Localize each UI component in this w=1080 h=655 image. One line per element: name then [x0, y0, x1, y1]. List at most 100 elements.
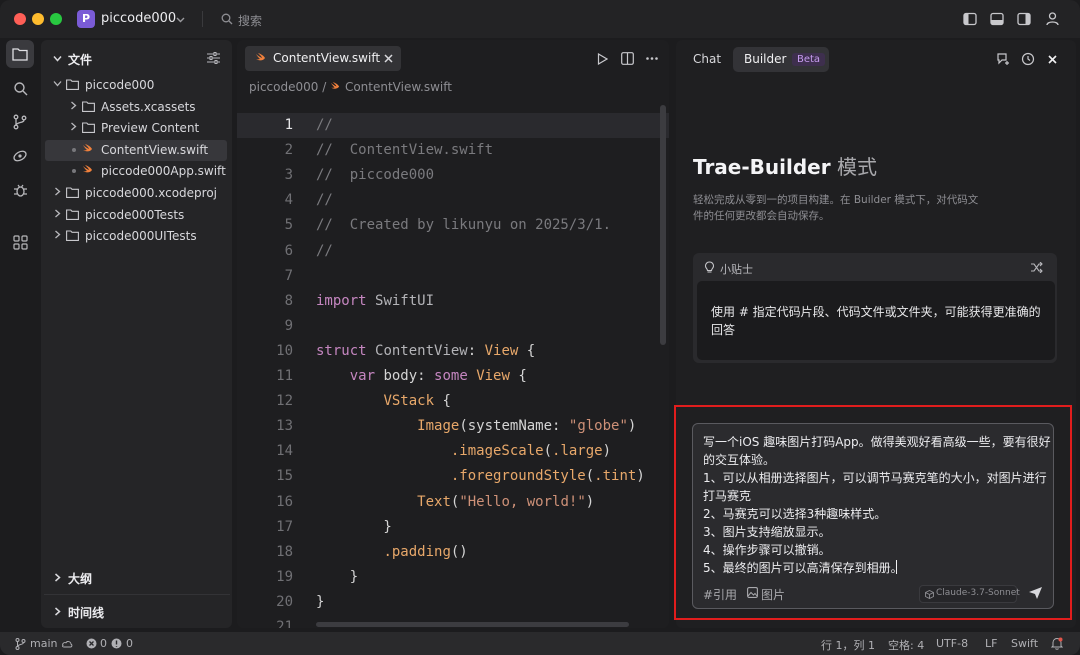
code-line[interactable]: 16 Text("Hello, world!"): [237, 490, 669, 515]
account-icon[interactable]: [1045, 11, 1060, 26]
chevron-right-icon[interactable]: [53, 209, 62, 218]
more-icon[interactable]: [646, 57, 658, 60]
line-number: 9: [284, 317, 293, 334]
indentation[interactable]: 空格: 4: [888, 637, 924, 653]
code-text: var body: some View {: [349, 368, 527, 384]
search-input[interactable]: 搜索: [238, 12, 262, 29]
remote-button[interactable]: [6, 142, 34, 170]
tree-item-label: piccode000UITests: [85, 229, 197, 244]
line-number: 17: [276, 518, 293, 535]
run-icon[interactable]: [597, 53, 608, 65]
line-ending[interactable]: LF: [985, 637, 997, 650]
tree-item[interactable]: Assets.xcassets: [45, 97, 227, 118]
minimize-window-button[interactable]: [32, 13, 44, 25]
code-line[interactable]: 17 }: [237, 515, 669, 540]
branch-name[interactable]: main: [30, 637, 57, 650]
tree-item[interactable]: ContentView.swift: [45, 139, 227, 161]
code-line[interactable]: 5 // Created by likunyu on 2025/3/1.: [237, 213, 669, 238]
tree-item[interactable]: piccode000: [45, 75, 227, 96]
explorer-button[interactable]: [6, 40, 34, 68]
filter-icon[interactable]: [207, 52, 220, 64]
chevron-right-icon[interactable]: [69, 122, 78, 131]
swift-file-icon: [256, 53, 265, 61]
line-number: 13: [276, 418, 293, 435]
toggle-sidebar-icon[interactable]: [963, 12, 977, 26]
breadcrumb-item[interactable]: piccode000: [249, 80, 318, 94]
folder-icon: [66, 230, 79, 242]
code-line[interactable]: 15 .foregroundStyle(.tint): [237, 464, 669, 489]
editor-tab[interactable]: ContentView.swift: [245, 46, 401, 71]
source-control-button[interactable]: [6, 108, 34, 136]
chevron-right-icon[interactable]: [53, 230, 62, 239]
notification-bell-icon[interactable]: [1051, 637, 1063, 650]
tree-item[interactable]: piccode000UITests: [45, 226, 227, 247]
code-line[interactable]: 6 //: [237, 239, 669, 264]
chevron-right-icon[interactable]: [69, 101, 78, 110]
git-branch-icon: [13, 114, 27, 130]
code-line[interactable]: 11 var body: some View {: [237, 364, 669, 389]
chevron-down-icon[interactable]: [53, 54, 62, 63]
panel-heading: Trae-Builder 模式: [693, 151, 877, 180]
code-line[interactable]: 12 VStack {: [237, 389, 669, 414]
search-button[interactable]: [6, 74, 34, 102]
cursor-position[interactable]: 行 1，列 1: [821, 637, 875, 653]
code-line[interactable]: 19 }: [237, 565, 669, 590]
code-line[interactable]: 1 //: [237, 113, 669, 138]
tree-item[interactable]: Preview Content: [45, 118, 227, 139]
timeline-section[interactable]: 时间线: [68, 604, 104, 621]
vertical-scrollbar[interactable]: [660, 105, 666, 345]
debug-button[interactable]: [6, 176, 34, 204]
code-line[interactable]: 7: [237, 264, 669, 289]
shuffle-icon[interactable]: [1031, 262, 1043, 273]
chevron-right-icon[interactable]: [53, 607, 62, 616]
project-avatar[interactable]: P: [77, 10, 95, 28]
horizontal-scrollbar[interactable]: [316, 622, 629, 627]
code-line[interactable]: 20}: [237, 590, 669, 615]
zoom-window-button[interactable]: [50, 13, 62, 25]
close-icon[interactable]: [384, 54, 393, 63]
outline-section[interactable]: 大纲: [68, 570, 92, 587]
code-text: //: [316, 117, 333, 133]
warning-count[interactable]: 0: [126, 637, 133, 650]
extensions-button[interactable]: [6, 228, 34, 256]
tree-item[interactable]: piccode000.xcodeproj: [45, 183, 227, 204]
code-line[interactable]: 4 //: [237, 188, 669, 213]
line-number: 15: [276, 468, 293, 485]
tree-item[interactable]: piccode000Tests: [45, 205, 227, 226]
swift-file-icon: [331, 82, 340, 89]
chevron-right-icon[interactable]: [53, 187, 62, 196]
code-text: import SwiftUI: [316, 292, 435, 309]
error-count[interactable]: 0: [100, 637, 107, 650]
new-chat-icon[interactable]: [996, 52, 1010, 66]
code-line[interactable]: 14 .imageScale(.large): [237, 439, 669, 464]
explorer-title: 文件: [68, 53, 93, 67]
line-number: 8: [284, 292, 293, 309]
toggle-right-panel-icon[interactable]: [1017, 12, 1031, 26]
encoding[interactable]: UTF-8: [936, 637, 968, 650]
history-icon[interactable]: [1021, 52, 1035, 66]
breadcrumb-item[interactable]: ContentView.swift: [345, 80, 452, 94]
code-line[interactable]: 13 Image(systemName: "globe"): [237, 414, 669, 439]
code-line[interactable]: 2 // ContentView.swift: [237, 138, 669, 163]
code-line[interactable]: 18 .padding(): [237, 540, 669, 565]
code-line[interactable]: 9: [237, 314, 669, 339]
code-line[interactable]: 10 struct ContentView: View {: [237, 339, 669, 364]
toggle-panel-icon[interactable]: [990, 12, 1004, 26]
chevron-down-icon[interactable]: [53, 79, 62, 88]
code-text: //: [316, 242, 333, 259]
close-icon[interactable]: [1048, 55, 1057, 64]
chevron-right-icon[interactable]: [53, 573, 62, 582]
code-line[interactable]: 8 import SwiftUI: [237, 289, 669, 314]
chevron-down-icon[interactable]: [176, 15, 185, 24]
cloud-sync-icon[interactable]: [61, 639, 73, 648]
code-line[interactable]: 3 // piccode000: [237, 163, 669, 188]
breadcrumb-separator: /: [322, 80, 327, 94]
close-window-button[interactable]: [14, 13, 26, 25]
folder-icon: [12, 48, 28, 61]
line-number: 5: [284, 217, 293, 234]
tab-chat[interactable]: Chat: [693, 52, 721, 66]
language-mode[interactable]: Swift: [1011, 637, 1038, 650]
project-name[interactable]: piccode000: [101, 11, 176, 26]
tree-item[interactable]: piccode000App.swift: [45, 161, 227, 182]
split-editor-icon[interactable]: [621, 52, 634, 65]
